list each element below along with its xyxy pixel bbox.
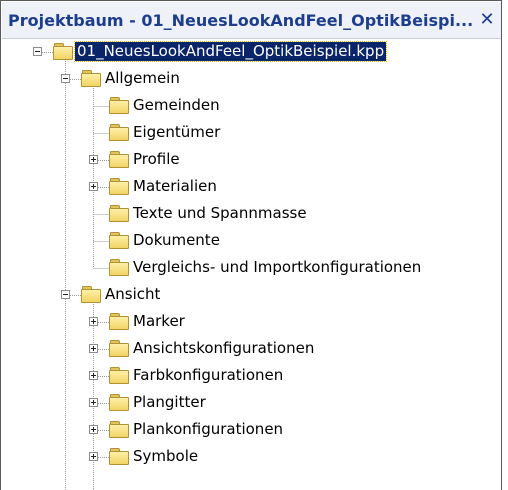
folder-icon (109, 313, 129, 330)
expand-icon[interactable] (89, 371, 98, 380)
tree-node-label[interactable]: Ansicht (103, 285, 162, 304)
tree-node-eigentuemer[interactable]: Eigentümer (1, 120, 501, 147)
tree-node-label[interactable]: Texte und Spannmasse (131, 204, 309, 223)
expand-icon[interactable] (89, 425, 98, 434)
expand-icon[interactable] (89, 452, 98, 461)
tree-node-label[interactable]: Farbkonfigurationen (131, 366, 285, 385)
tree-node-profile[interactable]: Profile (1, 147, 501, 174)
collapse-icon[interactable] (61, 290, 70, 299)
expand-icon[interactable] (89, 317, 98, 326)
panel-titlebar: Projektbaum - 01_NeuesLookAndFeel_OptikB… (2, 2, 501, 39)
tree-node-label[interactable]: Gemeinden (131, 96, 222, 115)
folder-icon (109, 151, 129, 168)
tree-node-label[interactable]: Dokumente (131, 231, 222, 250)
folder-icon (109, 97, 129, 114)
folder-icon (81, 286, 101, 303)
panel-title: Projektbaum - 01_NeuesLookAndFeel_OptikB… (8, 11, 474, 30)
folder-icon (109, 421, 129, 438)
folder-icon (109, 367, 129, 384)
folder-icon (109, 232, 129, 249)
tree-node-dokumente[interactable]: Dokumente (1, 228, 501, 255)
collapse-icon[interactable] (33, 47, 42, 56)
tree-node-materialien[interactable]: Materialien (1, 174, 501, 201)
tree-node-label[interactable]: Ansichtskonfigurationen (131, 339, 316, 358)
folder-icon (109, 178, 129, 195)
project-tree-panel: Projektbaum - 01_NeuesLookAndFeel_OptikB… (0, 0, 502, 490)
expand-icon[interactable] (89, 155, 98, 164)
tree-node-allgemein[interactable]: Allgemein (1, 66, 501, 93)
folder-icon (109, 124, 129, 141)
expand-icon[interactable] (89, 182, 98, 191)
close-button[interactable]: ✕ (476, 8, 498, 32)
tree-node-plangitter[interactable]: Plangitter (1, 390, 501, 417)
folder-icon (53, 43, 73, 60)
expand-icon[interactable] (89, 398, 98, 407)
tree-node-label[interactable]: Materialien (131, 177, 219, 196)
tree-node-texte-und-spannmasse[interactable]: Texte und Spannmasse (1, 201, 501, 228)
tree-node-label[interactable]: Allgemein (103, 69, 182, 88)
tree-node-label[interactable]: Profile (131, 150, 182, 169)
tree-node-label[interactable]: Symbole (131, 447, 200, 466)
tree-node-label[interactable]: Vergleichs- und Importkonfigurationen (131, 258, 423, 277)
tree-node-symbole[interactable]: Symbole (1, 444, 501, 471)
folder-icon (109, 259, 129, 276)
tree-node-farbkonfigurationen[interactable]: Farbkonfigurationen (1, 363, 501, 390)
folder-icon (109, 205, 129, 222)
tree-node-label[interactable]: Plankonfigurationen (131, 420, 285, 439)
tree-node-ansichtskonfigurationen[interactable]: Ansichtskonfigurationen (1, 336, 501, 363)
tree-node-label[interactable]: 01_NeuesLookAndFeel_OptikBeispiel.kpp (73, 41, 388, 62)
tree-node-label[interactable]: Marker (131, 312, 187, 331)
expand-icon[interactable] (89, 344, 98, 353)
tree-node-label[interactable]: Plangitter (131, 393, 208, 412)
folder-icon (109, 448, 129, 465)
tree-node-marker[interactable]: Marker (1, 309, 501, 336)
tree-node-label[interactable]: Eigentümer (131, 123, 222, 142)
tree-node-gemeinden[interactable]: Gemeinden (1, 93, 501, 120)
project-tree: 01_NeuesLookAndFeel_OptikBeispiel.kpp All… (1, 39, 501, 490)
tree-node-vergleichs-und-importkonfigurationen[interactable]: Vergleichs- und Importkonfigurationen (1, 255, 501, 282)
folder-icon (109, 394, 129, 411)
folder-icon (109, 340, 129, 357)
tree-node-01-neueslookandfeel-optikbeispiel-kpp[interactable]: 01_NeuesLookAndFeel_OptikBeispiel.kpp (1, 39, 501, 66)
collapse-icon[interactable] (61, 74, 70, 83)
folder-icon (81, 70, 101, 87)
tree-node-plankonfigurationen[interactable]: Plankonfigurationen (1, 417, 501, 444)
tree-node-ansicht[interactable]: Ansicht (1, 282, 501, 309)
